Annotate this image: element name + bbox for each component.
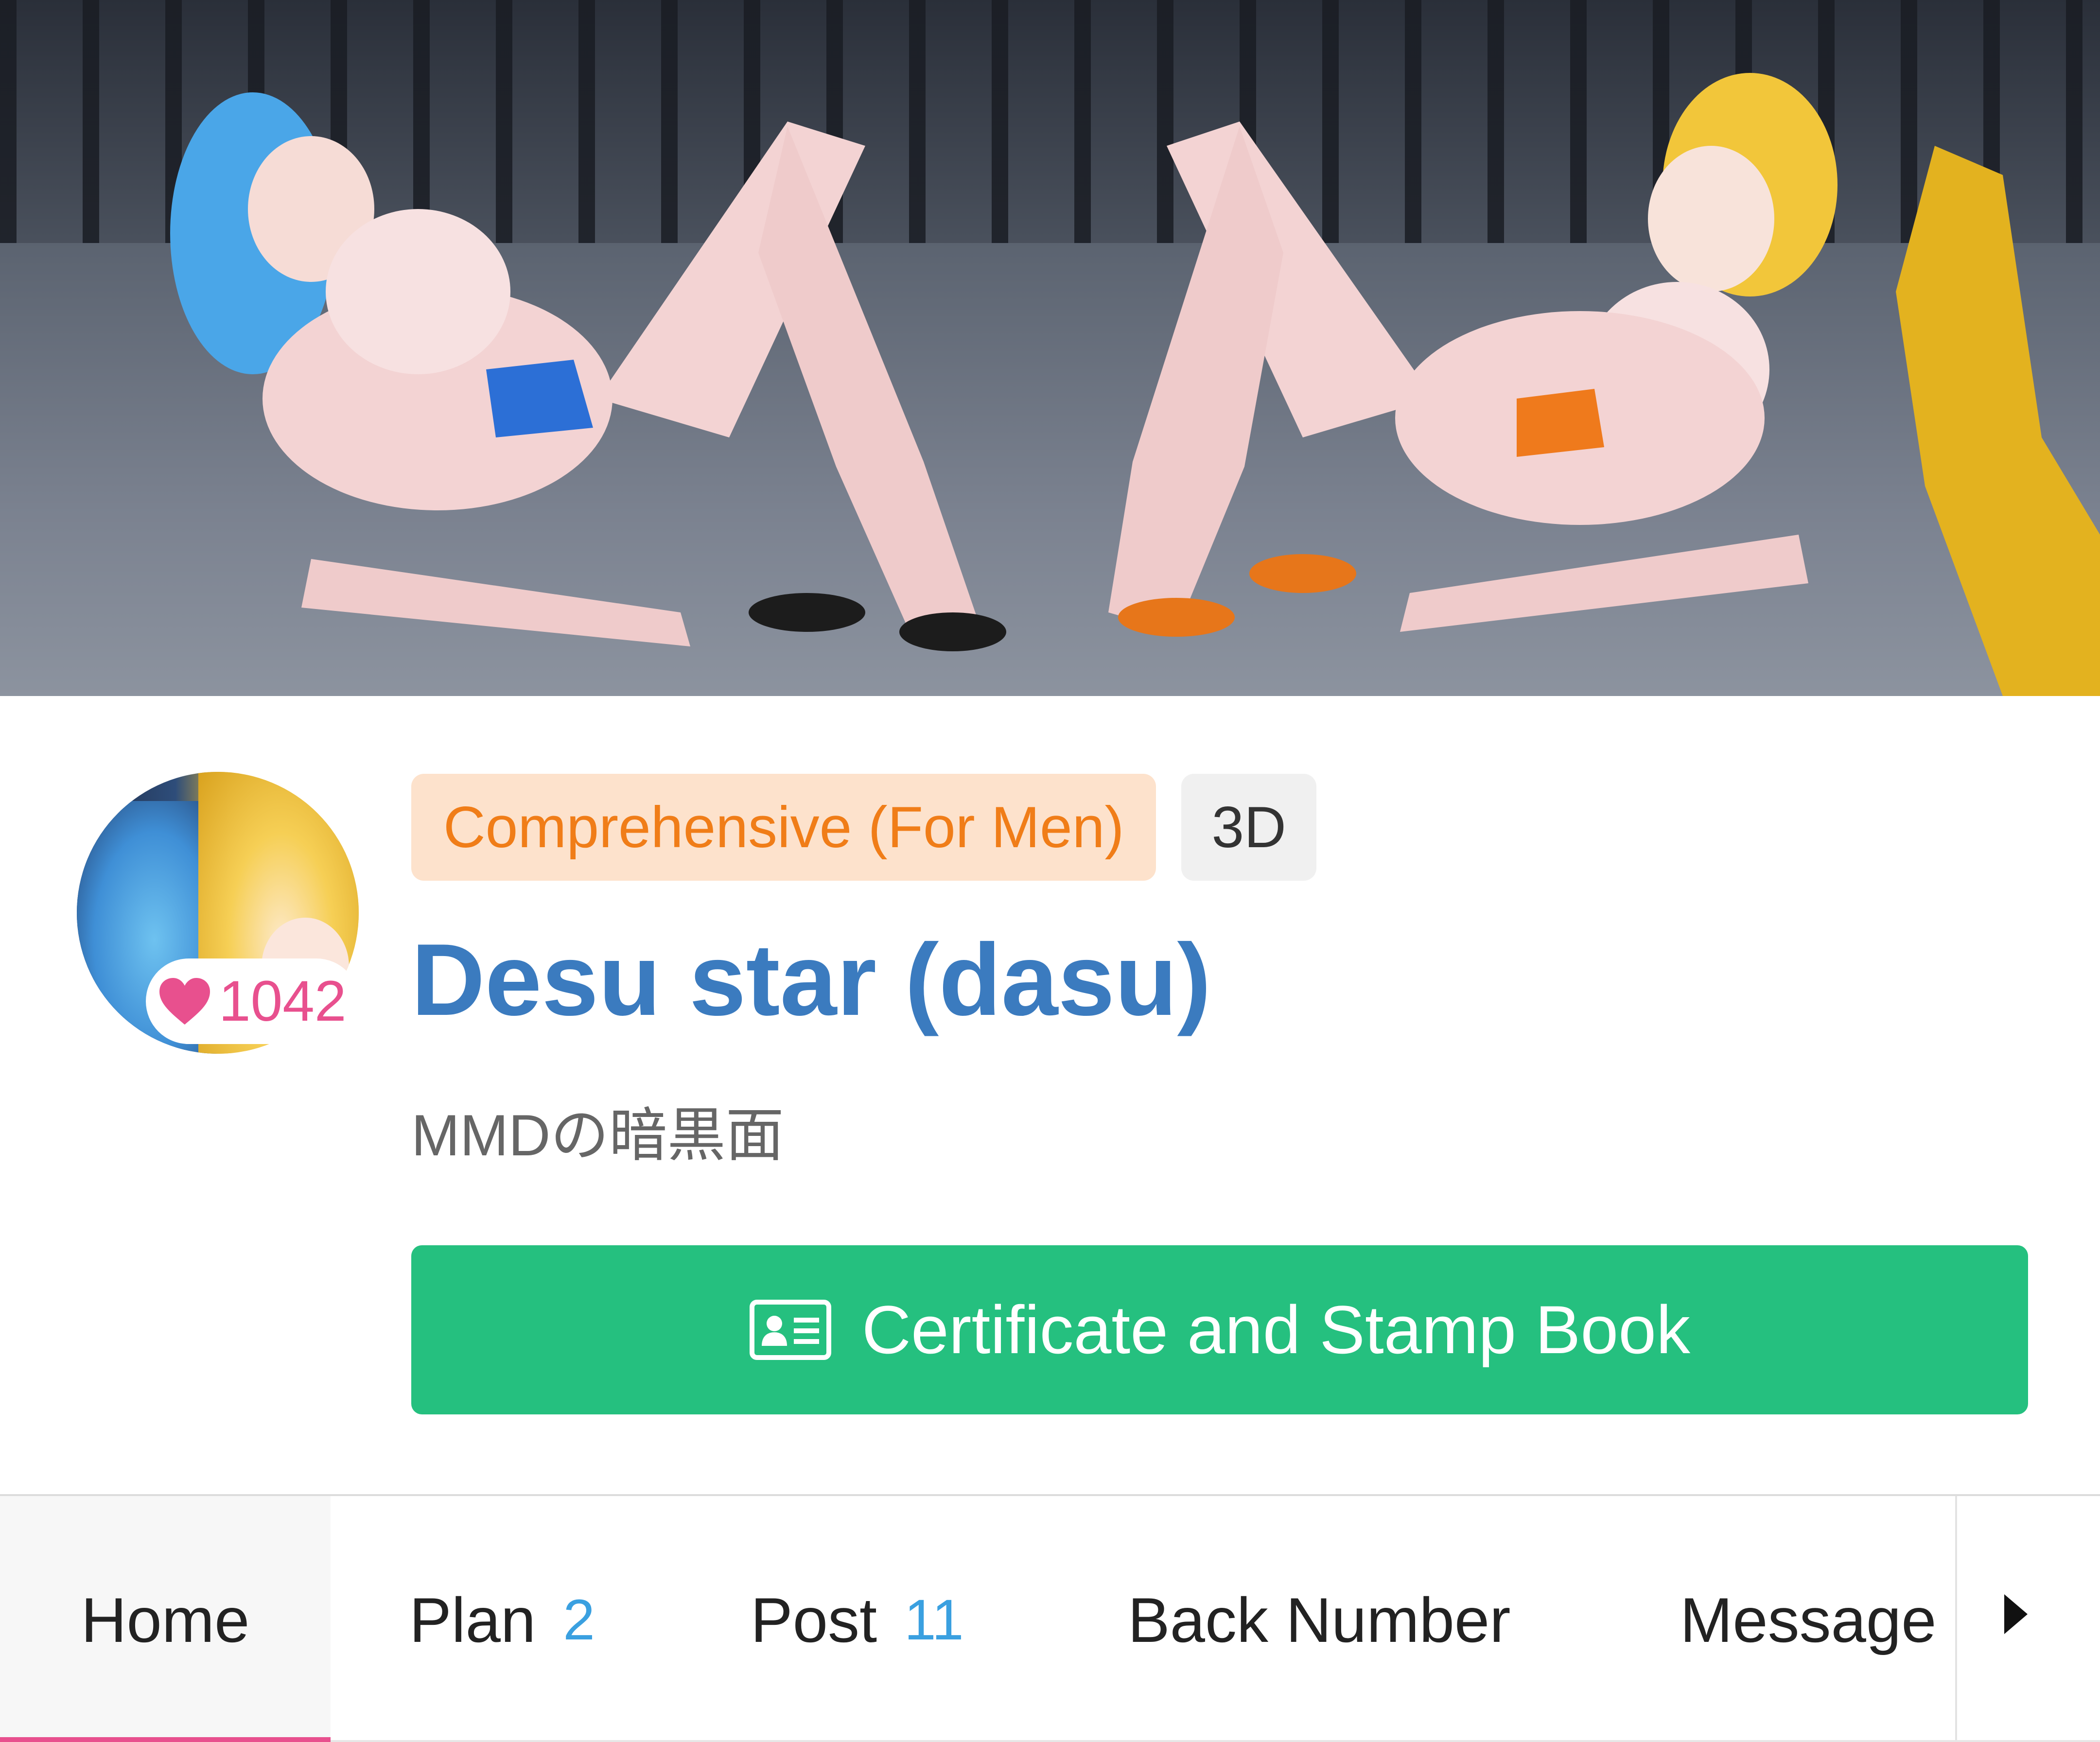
tab-post[interactable]: Post 11 (751, 1496, 964, 1742)
tab-message-label: Message (1680, 1585, 1937, 1655)
creator-page: 1042 Comprehensive (For Men) 3D Desu sta… (0, 0, 2100, 1742)
tab-back-number-label: Back Number (1128, 1585, 1511, 1655)
tab-back-number[interactable]: Back Number (1128, 1496, 1511, 1742)
tab-post-label: Post (751, 1585, 877, 1655)
id-card-icon (749, 1300, 831, 1360)
banner-illustration (170, 73, 2100, 696)
tab-plan-count: 2 (563, 1588, 595, 1652)
likes-badge[interactable]: 1042 (146, 958, 359, 1044)
likes-count: 1042 (219, 969, 347, 1033)
tab-home[interactable]: Home (0, 1496, 331, 1742)
caret-right-icon (2004, 1594, 2028, 1634)
certificate-button-label: Certificate and Stamp Book (861, 1291, 1691, 1368)
banner-figure-right (1108, 73, 2100, 696)
tab-bar: Home Plan 2 Post 11 Back Number Message (0, 1494, 2100, 1742)
category-tag[interactable]: Comprehensive (For Men) (411, 774, 1156, 881)
active-tab-indicator (0, 1737, 331, 1742)
tab-home-label: Home (81, 1585, 250, 1655)
tab-scroll-right-button[interactable] (1955, 1496, 2100, 1742)
tab-bar-bottom-border (331, 1740, 2100, 1742)
banner-figure-left (170, 92, 1006, 651)
certificate-stamp-book-button[interactable]: Certificate and Stamp Book (411, 1245, 2028, 1414)
tab-plan[interactable]: Plan 2 (409, 1496, 595, 1742)
tab-plan-label: Plan (409, 1585, 536, 1655)
creator-tags: Comprehensive (For Men) 3D (411, 774, 1316, 881)
tab-post-count: 11 (904, 1588, 964, 1652)
heart-icon (159, 978, 210, 1025)
header-banner-image (0, 0, 2100, 696)
genre-tag[interactable]: 3D (1181, 774, 1316, 881)
creator-description: MMDの暗黒面 (411, 1103, 784, 1168)
tab-message[interactable]: Message (1680, 1496, 1955, 1742)
creator-name: Desu star (dasu) (411, 923, 1211, 1037)
